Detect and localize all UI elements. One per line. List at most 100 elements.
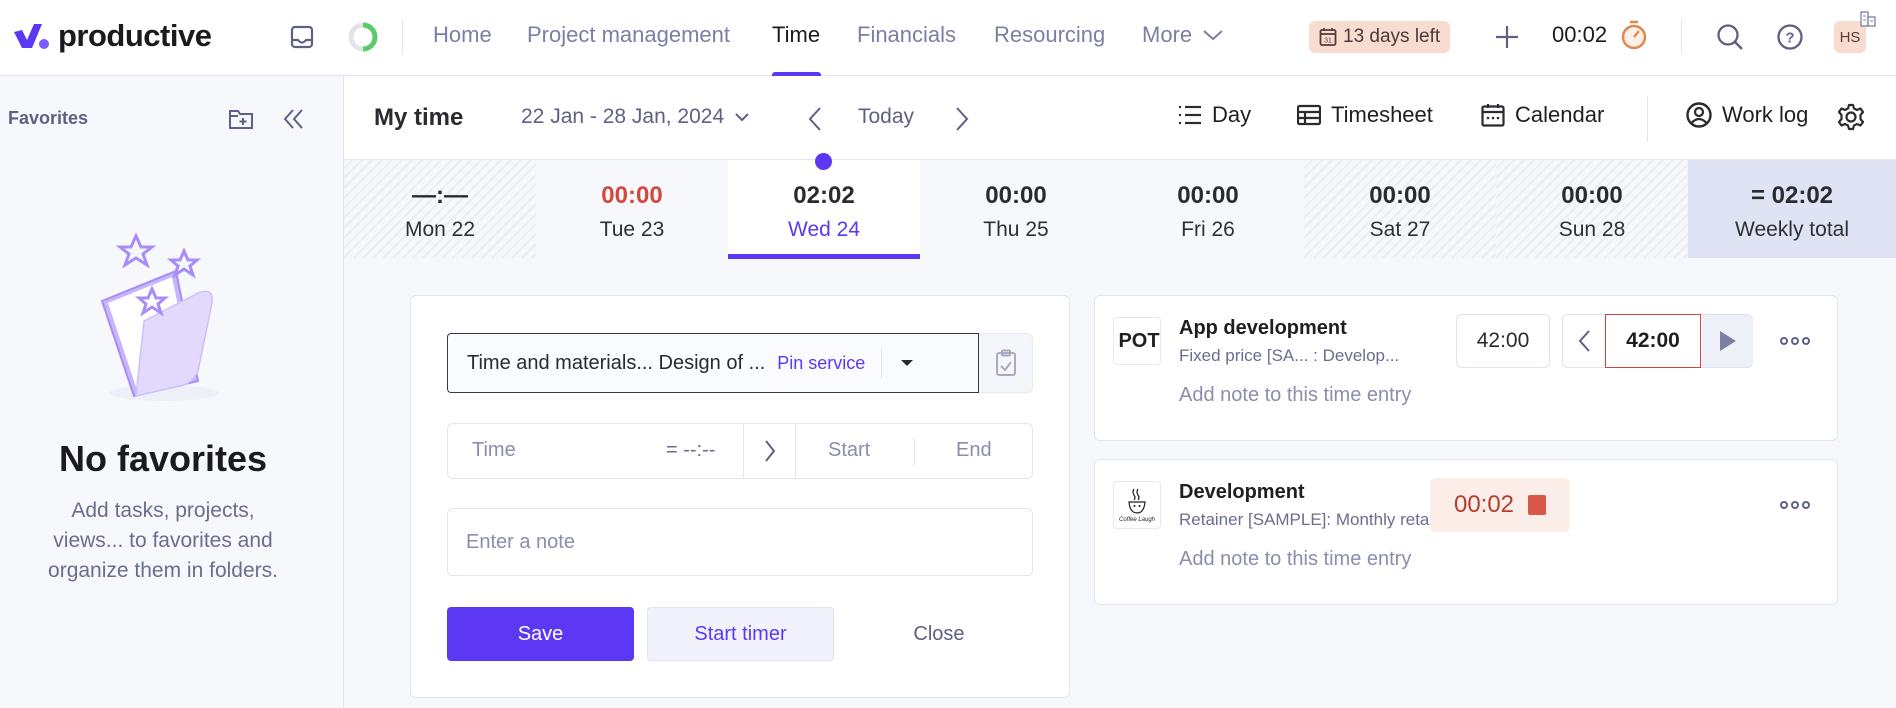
nav-divider [1681, 20, 1682, 54]
stopwatch-icon[interactable] [1620, 19, 1648, 51]
start-time-input[interactable]: Start [828, 439, 870, 462]
day-column[interactable]: —:— Mon 22 [344, 160, 536, 258]
trial-days-text: 13 days left [1343, 26, 1441, 47]
select-divider [881, 348, 883, 378]
table-icon [1297, 104, 1321, 126]
day-column-selected[interactable]: 02:02 Wed 24 [728, 153, 920, 259]
entry-note-input[interactable]: Add note to this time entry [1179, 384, 1411, 407]
entry-duration-input[interactable]: 42:00 [1605, 314, 1701, 368]
note-input[interactable] [447, 508, 1033, 576]
time-input-placeholder[interactable]: Time [472, 439, 516, 462]
settings-gear-icon[interactable] [1837, 103, 1865, 131]
day-total-time: 00:00 [601, 182, 663, 209]
entry-estimate-value: 42:00 [1476, 329, 1530, 352]
building-icon [1860, 11, 1876, 27]
today-indicator-dot [815, 153, 832, 170]
entry-duration-control: 42:00 [1562, 314, 1753, 368]
segment-divider [914, 438, 915, 466]
today-button[interactable]: Today [858, 105, 914, 129]
time-computed: = --:-- [666, 439, 716, 461]
date-range-label: 22 Jan - 28 Jan, 2024 [521, 105, 725, 128]
day-column[interactable]: 00:00 Tue 23 [536, 160, 728, 258]
help-icon[interactable]: ? [1776, 23, 1804, 51]
trial-days-badge[interactable]: 31 13 days left [1309, 21, 1451, 53]
pin-service-link[interactable]: Pin service [777, 353, 865, 374]
work-log-label: Work log [1722, 102, 1809, 127]
segment-divider [795, 424, 796, 478]
collapse-sidebar-icon[interactable] [283, 108, 305, 130]
more-dot-icon [1791, 337, 1799, 345]
entry-subtitle: Fixed price [SA... : Develop... [1179, 346, 1400, 365]
next-week-button[interactable] [954, 106, 970, 132]
weekly-total-time: = 02:02 [1750, 182, 1834, 209]
nav-resourcing[interactable]: Resourcing [994, 22, 1105, 48]
view-timesheet-label: Timesheet [1331, 102, 1433, 127]
running-timer-display[interactable]: 00:02 [1552, 22, 1607, 48]
inbox-icon[interactable] [289, 24, 315, 50]
week-day-strip: —:— Mon 22 00:00 Tue 23 02:02 Wed 24 00:… [344, 153, 1896, 259]
service-select[interactable]: Time and materials... Design of ... Pin … [447, 333, 979, 393]
weekly-total-label: Weekly total [1735, 218, 1849, 241]
new-folder-icon[interactable] [228, 108, 254, 130]
productive-logo[interactable]: productive [12, 18, 212, 54]
nav-financials[interactable]: Financials [857, 22, 956, 48]
running-entry-timer[interactable]: 00:02 [1430, 478, 1570, 532]
entry-title[interactable]: App development [1179, 317, 1347, 340]
save-button[interactable]: Save [447, 607, 634, 661]
list-icon [1179, 105, 1201, 125]
day-total-time: 00:00 [1369, 182, 1431, 209]
nav-more[interactable]: More [1142, 22, 1224, 48]
entry-note-input[interactable]: Add note to this time entry [1179, 548, 1411, 571]
selected-day-indicator [728, 254, 920, 259]
toggle-start-end-button[interactable] [743, 424, 795, 478]
previous-week-button[interactable] [807, 106, 823, 132]
chevron-right-icon [764, 440, 775, 462]
view-day-label: Day [1212, 102, 1252, 127]
day-column[interactable]: 00:00 Thu 25 [920, 160, 1112, 258]
clipboard-check-icon [995, 349, 1016, 376]
entry-subtitle: Retainer [SAMPLE]: Monthly retainer [1179, 510, 1458, 529]
day-column[interactable]: 00:00 Fri 26 [1112, 160, 1304, 258]
date-range-picker[interactable]: 22 Jan - 28 Jan, 2024 [521, 105, 750, 129]
day-total-time: 00:00 [985, 182, 1047, 209]
entry-more-options-button[interactable] [1780, 501, 1810, 509]
stop-icon[interactable] [1528, 495, 1547, 515]
progress-ring-icon[interactable] [346, 20, 380, 54]
caret-down-icon[interactable] [900, 359, 914, 367]
plus-icon[interactable] [1494, 24, 1520, 50]
day-label: Fri 26 [1181, 218, 1235, 241]
view-day-button[interactable]: Day [1178, 102, 1251, 128]
client-logo: Coffee Laugh [1113, 481, 1161, 529]
budget-check-button[interactable] [979, 333, 1033, 393]
client-logo-text: POT [1118, 329, 1160, 352]
day-label: Sun 28 [1558, 218, 1626, 241]
work-log-button[interactable]: Work log [1686, 102, 1808, 128]
client-logo-text: Coffee Laugh [1118, 517, 1156, 523]
resume-timer-button[interactable] [1702, 315, 1753, 367]
search-icon[interactable] [1716, 23, 1744, 51]
decrease-duration-button[interactable] [1577, 329, 1591, 353]
view-timesheet-button[interactable]: Timesheet [1297, 102, 1433, 128]
nav-time[interactable]: Time [772, 22, 820, 48]
day-total-time: 00:00 [1561, 182, 1623, 209]
user-initials: HS [1839, 28, 1861, 46]
entry-estimate[interactable]: 42:00 [1456, 314, 1550, 368]
close-button[interactable]: Close [850, 607, 1028, 661]
more-dot-icon [1791, 501, 1799, 509]
logo-check-icon [14, 24, 49, 49]
entry-more-options-button[interactable] [1780, 337, 1810, 345]
day-column[interactable]: 00:00 Sat 27 [1304, 160, 1496, 258]
nav-home[interactable]: Home [433, 22, 492, 48]
end-time-input[interactable]: End [956, 439, 992, 462]
svg-text:?: ? [1785, 30, 1794, 47]
start-timer-button[interactable]: Start timer [647, 607, 834, 661]
empty-state-description: Add tasks, projects, views... to favorit… [48, 499, 278, 582]
nav-project-management[interactable]: Project management [527, 22, 730, 48]
view-calendar-button[interactable]: Calendar [1481, 102, 1604, 128]
entry-title[interactable]: Development [1179, 481, 1305, 504]
day-column[interactable]: 00:00 Sun 28 [1496, 160, 1688, 258]
top-navigation-bar: productive Home Project management Time … [0, 0, 1896, 76]
nav-divider [402, 20, 403, 54]
chevron-right-icon [956, 107, 969, 131]
day-total-time: 00:00 [1177, 182, 1239, 209]
